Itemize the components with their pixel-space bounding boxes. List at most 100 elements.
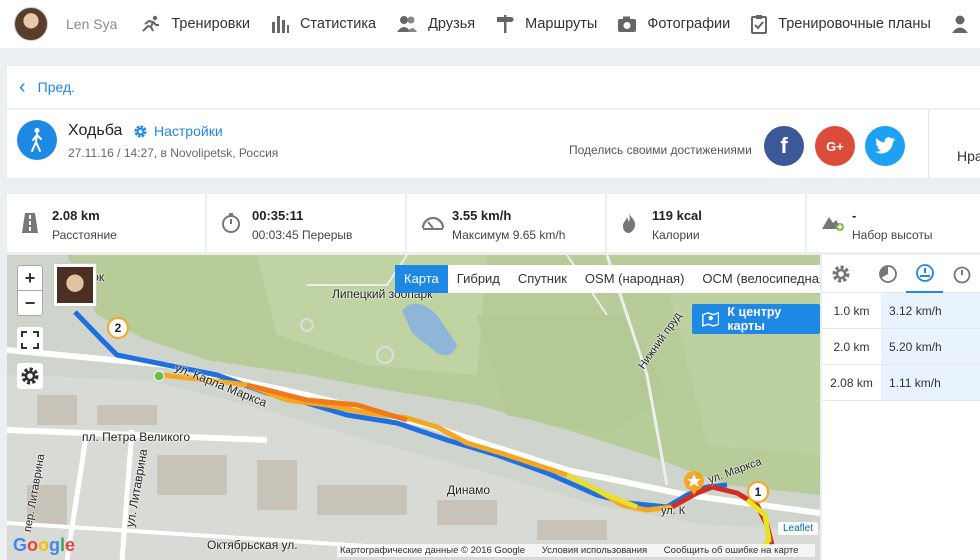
nav-item-workouts[interactable]: Тренировки — [139, 15, 250, 33]
split-distance: 1.0 km — [833, 304, 870, 318]
map-attribution: Картографические данные © 2016 Google Ус… — [337, 544, 816, 557]
twitter-share-button[interactable] — [865, 126, 905, 166]
pace-tab[interactable] — [869, 255, 906, 293]
flame-icon — [623, 213, 636, 233]
stopwatch-icon — [953, 266, 970, 283]
nav-item-routes[interactable]: Маршруты — [495, 14, 597, 34]
speed-tab[interactable] — [906, 255, 943, 293]
map-label-oktyabrskaya: Октябрьская ул. — [207, 538, 298, 552]
walking-icon — [17, 120, 57, 160]
start-marker[interactable]: 2 — [107, 317, 129, 339]
stat-value: 2.08 km — [52, 208, 100, 223]
twitter-icon — [875, 137, 895, 154]
tab-ocm[interactable]: OCM (велосипедная) — [693, 265, 820, 293]
splits-panel: 1.0 km 3.12 km/h 2.0 km 5.20 km/h 2.08 k… — [822, 255, 980, 560]
settings-label: Настройки — [154, 123, 223, 139]
route-map[interactable]: парк Липецкий зоопарк ул. Карла Маркса п… — [7, 255, 820, 560]
friends-icon — [397, 16, 418, 32]
splits-header — [822, 255, 980, 293]
speedometer-icon — [421, 216, 445, 230]
end-marker-label: 1 — [754, 485, 762, 499]
stat-label: Калории — [652, 228, 700, 242]
stat-value: 00:35:11 — [252, 208, 304, 223]
leaflet-link[interactable]: Leaflet — [778, 522, 819, 535]
stat-label: 00:03:45 Перерыв — [252, 228, 353, 242]
runner-icon — [142, 15, 160, 32]
googleplus-icon: G+ — [826, 138, 844, 154]
chevron-left-icon[interactable]: ‹ — [19, 77, 26, 97]
googleplus-share-button[interactable]: G+ — [815, 126, 855, 166]
stat-value: 3.55 km/h — [452, 208, 512, 223]
split-row: 2.0 km 5.20 km/h — [822, 329, 980, 365]
attribution-data: Картографические данные © 2016 Google — [340, 545, 526, 556]
split-speed: 1.11 km/h — [881, 365, 980, 400]
splits-settings-tab[interactable] — [822, 255, 859, 293]
fullscreen-button[interactable] — [17, 327, 43, 353]
nav-item-label: Маршруты — [525, 16, 598, 32]
road-icon — [22, 213, 38, 233]
facebook-share-button[interactable]: f — [764, 126, 804, 166]
attribution-report[interactable]: Сообщить об ошибке на карте — [664, 545, 799, 556]
nav-item-profile[interactable] — [951, 14, 979, 34]
split-row: 2.08 km 1.11 km/h — [822, 365, 980, 401]
map-settings-button[interactable] — [17, 363, 43, 389]
fullscreen-icon — [21, 331, 39, 349]
zoom-out-button[interactable]: − — [17, 290, 43, 316]
stats-bar: 2.08 km Расстояние 00:35:11 00:03:45 Пер… — [7, 194, 980, 252]
split-distance: 2.0 km — [833, 340, 870, 354]
tab-hybrid[interactable]: Гибрид — [448, 265, 509, 293]
stopwatch-icon — [222, 213, 240, 233]
tab-osm[interactable]: OSM (народная) — [576, 265, 694, 293]
workout-header: Ходьба Настройки 27.11.16 / 14:27, в Nov… — [7, 110, 980, 178]
gear-icon — [21, 367, 39, 385]
like-text[interactable]: Нра — [957, 148, 980, 164]
nav-item-label: Фотографии — [647, 16, 731, 32]
map-label-petra: пл. Петра Великого — [82, 430, 191, 444]
stat-value: - — [852, 208, 857, 223]
gear-icon — [832, 265, 849, 282]
facebook-icon: f — [780, 133, 788, 158]
stat-elevation: - Набор высоты — [807, 194, 980, 252]
start-marker-label: 2 — [114, 321, 122, 335]
center-map-button[interactable]: К центру карты — [692, 304, 820, 334]
split-speed: 3.12 km/h — [881, 293, 980, 328]
map-icon — [702, 311, 720, 327]
bar-chart-icon — [271, 16, 289, 33]
nav-item-training-plans[interactable]: Тренировочные планы — [750, 14, 931, 34]
map-type-tabs: Карта Гибрид Спутник OSM (народная) OCM … — [395, 265, 820, 293]
signpost-icon — [497, 15, 515, 33]
nav-item-label: Статистика — [299, 16, 377, 32]
tab-satellite[interactable]: Спутник — [509, 265, 576, 293]
stat-speed: 3.55 km/h Максимум 9.65 km/h — [407, 194, 605, 252]
pie-clock-icon — [878, 264, 897, 283]
zoom-in-button[interactable]: + — [17, 265, 43, 291]
settings-link[interactable]: Настройки — [133, 123, 223, 139]
share-label: Поделись своими достижениями — [569, 143, 752, 157]
mountain-icon — [822, 217, 844, 231]
nav-item-statistics[interactable]: Статистика — [270, 14, 376, 34]
map-label-dinamo: Динамо — [447, 483, 491, 497]
user-avatar[interactable] — [14, 7, 48, 41]
stat-duration: 00:35:11 00:03:45 Перерыв — [207, 194, 405, 252]
stat-calories: 119 kcal Калории — [607, 194, 805, 252]
stat-label: Набор высоты — [852, 228, 933, 242]
nav-item-label: Тренировочные планы — [778, 16, 931, 32]
speedometer-icon — [915, 263, 934, 282]
time-tab[interactable] — [943, 255, 980, 293]
attribution-terms[interactable]: Условия использования — [542, 545, 647, 556]
clipboard-icon — [751, 15, 768, 34]
tab-map[interactable]: Карта — [395, 265, 448, 293]
back-link[interactable]: Пред. — [38, 79, 75, 95]
user-map-avatar — [53, 263, 97, 307]
stat-label: Расстояние — [52, 228, 117, 242]
nav-item-friends[interactable]: Друзья — [396, 15, 475, 33]
back-bar: ‹ Пред. — [7, 66, 980, 108]
user-name[interactable]: Len Sya — [66, 16, 117, 32]
split-row: 1.0 km 3.12 km/h — [822, 293, 980, 329]
camera-icon — [618, 16, 637, 32]
nav-item-photos[interactable]: Фотографии — [617, 15, 730, 33]
person-icon — [951, 15, 968, 33]
split-distance: 2.08 km — [830, 376, 873, 390]
center-map-label: К центру карты — [727, 305, 782, 333]
end-marker[interactable]: 1 — [747, 481, 769, 503]
